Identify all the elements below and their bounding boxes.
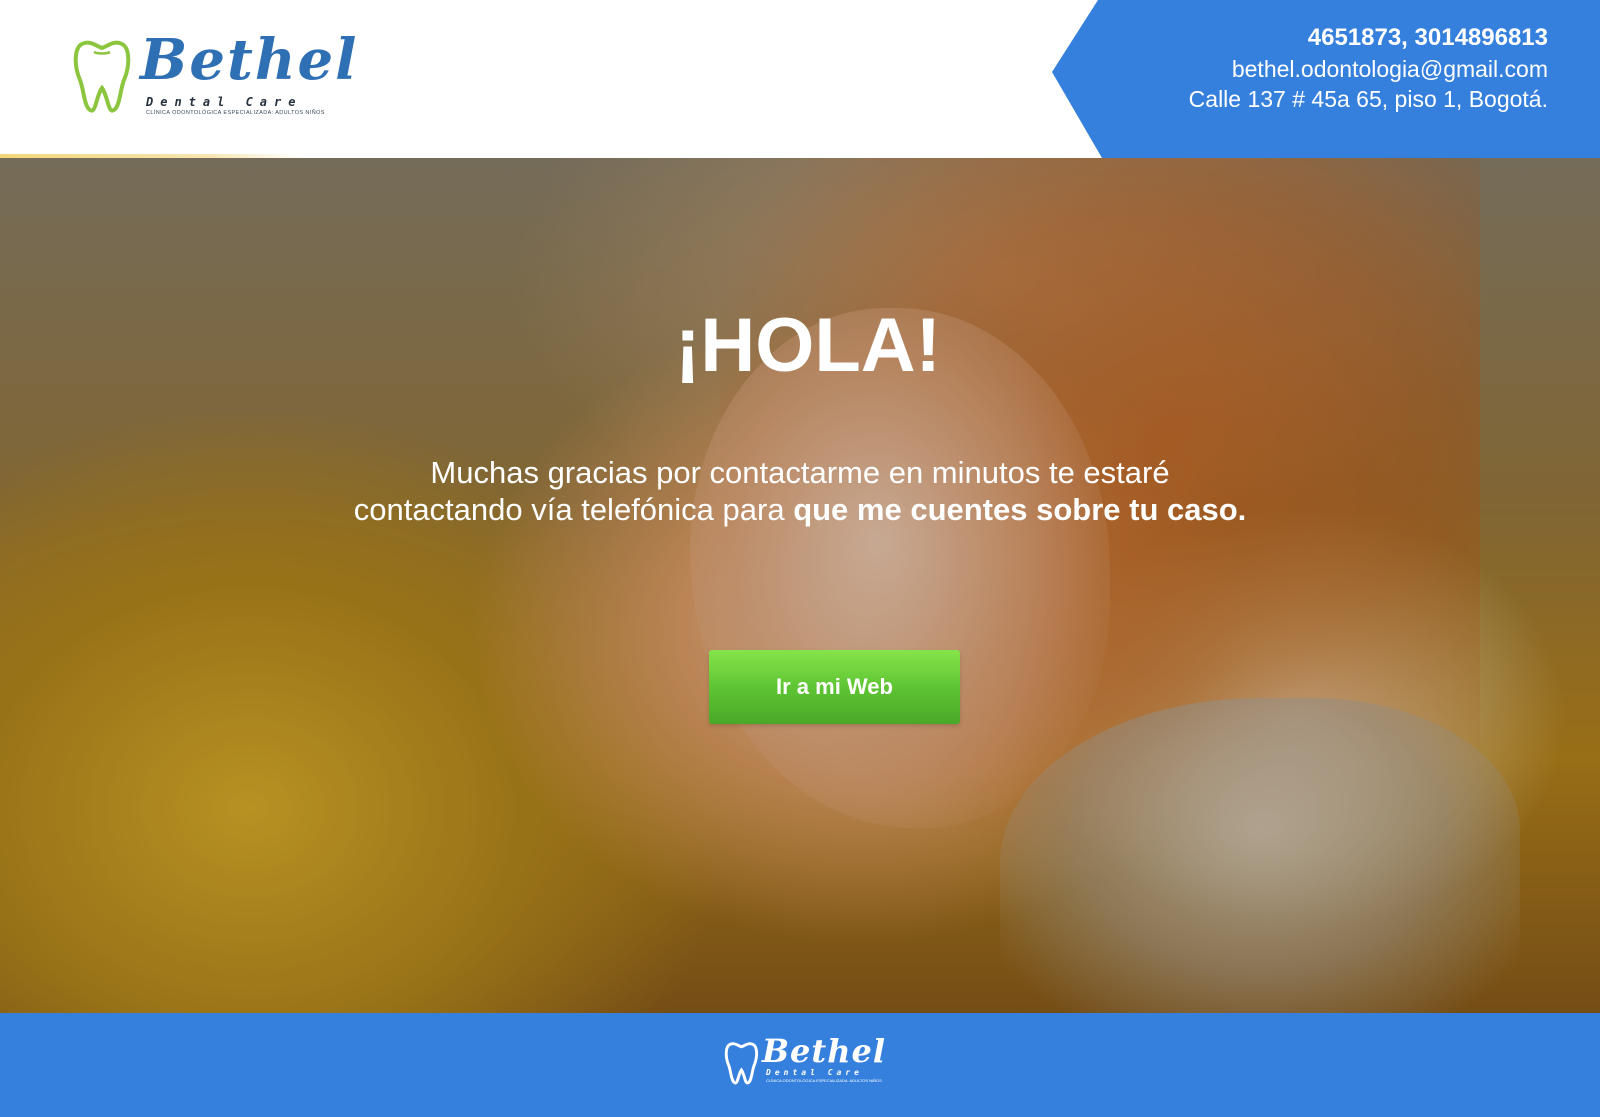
- hero-message-line2: contactando vía telefónica para: [353, 492, 794, 527]
- brand-logo[interactable]: Bethel Dental Care CLÍNICA ODONTOLÓGICA …: [72, 32, 356, 120]
- tooth-icon: [73, 40, 131, 113]
- hero-message-line1: Muchas gracias por contactarme en minuto…: [430, 455, 1170, 490]
- footer-brand-tagline: CLÍNICA ODONTOLÓGICA ESPECIALIZADA: ADUL…: [766, 1078, 882, 1083]
- contact-phone[interactable]: 4651873, 3014896813: [1189, 22, 1548, 54]
- brand-tagline: CLÍNICA ODONTOLÓGICA ESPECIALIZADA: ADUL…: [146, 110, 325, 116]
- footer-brand-subtitle: Dental Care: [766, 1068, 863, 1077]
- footer-logo[interactable]: Bethel Dental Care CLÍNICA ODONTOLÓGICA …: [724, 1032, 886, 1087]
- contact-address: Calle 137 # 45a 65, piso 1, Bogotá.: [1188, 86, 1548, 112]
- hero-title: ¡HOLA!: [675, 303, 941, 388]
- footer-tooth-icon: [724, 1042, 759, 1085]
- contact-details: 4651873, 3014896813 bethel.odontologia@g…: [1189, 22, 1548, 114]
- hero-message: Muchas gracias por contactarme en minuto…: [300, 454, 1300, 528]
- hero-overlay: [0, 158, 1600, 1013]
- go-to-website-button[interactable]: Ir a mi Web: [709, 650, 960, 724]
- footer-brand-name: Bethel: [762, 1032, 886, 1070]
- brand-name: Bethel: [140, 27, 359, 93]
- site-header: Bethel Dental Care CLÍNICA ODONTOLÓGICA …: [0, 0, 1600, 158]
- hero-section: ¡HOLA! Muchas gracias por contactarme en…: [0, 158, 1600, 1013]
- brand-subtitle: Dental Care: [146, 95, 303, 109]
- contact-panel: 4651873, 3014896813 bethel.odontologia@g…: [1052, 0, 1600, 158]
- hero-message-bold: que me cuentes sobre tu caso.: [793, 492, 1247, 527]
- contact-email[interactable]: bethel.odontologia@gmail.com: [1189, 54, 1548, 84]
- site-footer: Bethel Dental Care CLÍNICA ODONTOLÓGICA …: [0, 1013, 1600, 1117]
